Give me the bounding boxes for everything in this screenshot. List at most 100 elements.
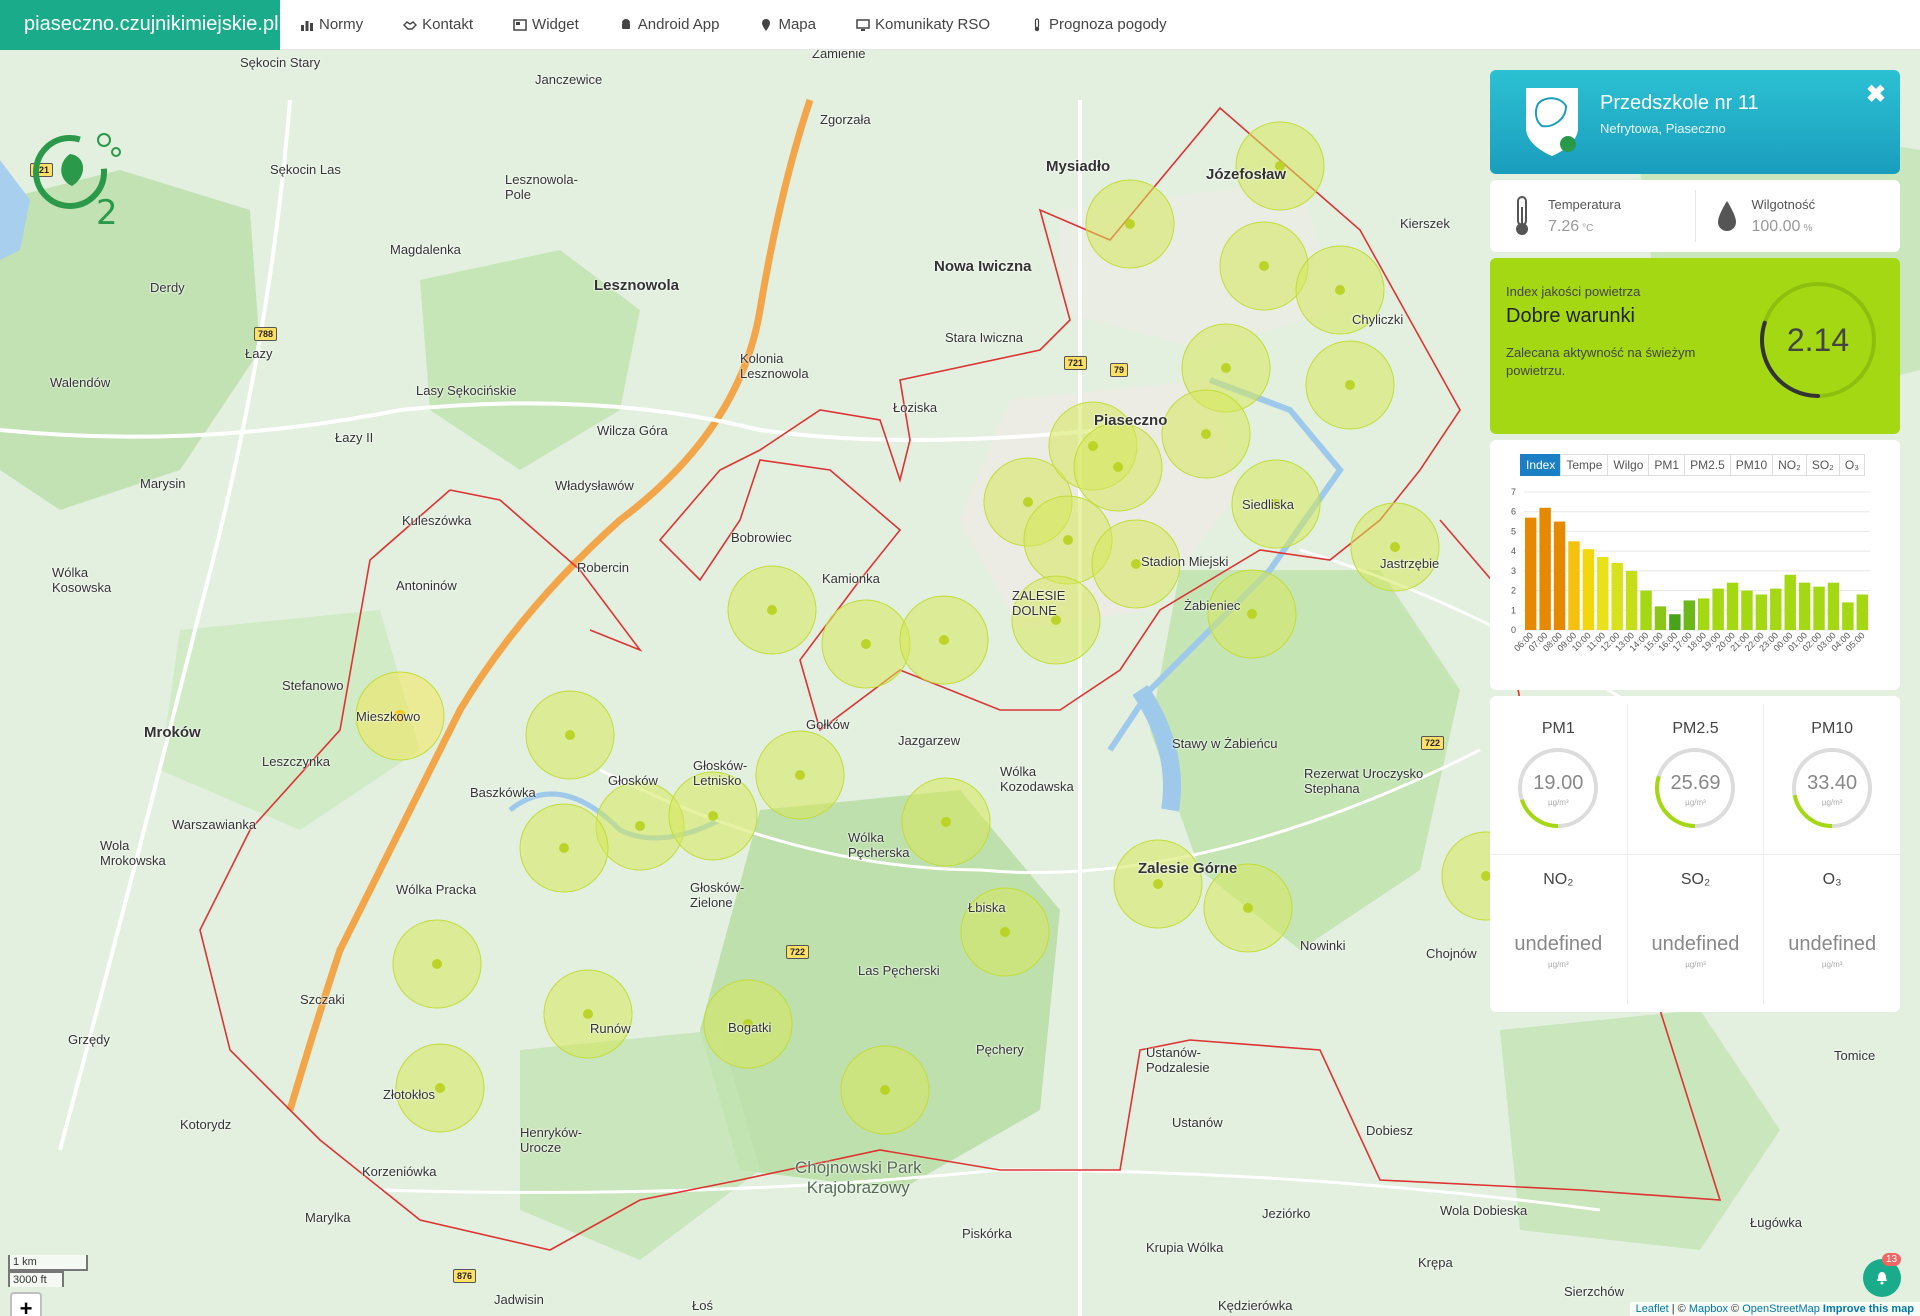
map-place-label: Kierszek <box>1400 216 1450 231</box>
chart-bar[interactable] <box>1726 582 1739 630</box>
chart-bar[interactable] <box>1856 594 1868 630</box>
map-place-label: Nowinki <box>1300 938 1346 953</box>
nav-label: Kontakt <box>422 16 474 33</box>
chart-tab[interactable]: Wilgo <box>1607 454 1650 476</box>
map-place-label: Derdy <box>150 280 185 295</box>
map-place-label: Szczaki <box>300 992 345 1007</box>
map-scale: 1 km 3000 ft <box>8 1255 88 1287</box>
chart-bar[interactable] <box>1784 574 1796 630</box>
attribution-sep: © <box>1727 1303 1743 1315</box>
chart-tab[interactable]: Index <box>1520 454 1562 476</box>
humidity-value: 100.00% <box>1751 217 1813 235</box>
nav-item-android-app[interactable]: Android App <box>599 0 740 50</box>
map-place-label: Wola Dobieska <box>1440 1203 1528 1218</box>
handshake-icon <box>403 20 418 30</box>
improve-map-link[interactable]: Improve this map <box>1823 1303 1914 1315</box>
pollutant-name: NO₂ <box>1543 871 1574 888</box>
chart-tabs: Index Tempe Wilgo PM1 PM2.5 PM10 NO₂ SO₂ O₃ <box>1520 454 1900 476</box>
map-place-label: Jeziórko <box>1262 1206 1311 1221</box>
chart-bar[interactable] <box>1827 582 1840 630</box>
map-place-label: Pęchery <box>976 1042 1024 1057</box>
zoom-in-button[interactable]: + <box>12 1294 40 1316</box>
pollutant-name: O₃ <box>1822 871 1842 888</box>
osm-link[interactable]: OpenStreetMap <box>1742 1303 1820 1315</box>
chart-bar[interactable] <box>1568 541 1580 630</box>
chart-bar[interactable] <box>1539 507 1551 630</box>
pollutant-name: SO₂ <box>1680 871 1711 888</box>
chart-bar[interactable] <box>1597 557 1609 630</box>
road-shield: 721 <box>1064 356 1088 370</box>
chart-tab[interactable]: PM2.5 <box>1684 454 1731 476</box>
chart-bar[interactable] <box>1669 614 1681 630</box>
map-place-label: Wólka Pęcherska <box>848 830 910 860</box>
map-place-label: Złotokłos <box>383 1087 436 1102</box>
nav-item-mapa[interactable]: Mapa <box>739 0 836 50</box>
map-place-label: Kamionka <box>822 571 880 586</box>
map-place-label: Janczewice <box>535 72 603 87</box>
nav-item-kontakt[interactable]: Kontakt <box>383 0 493 50</box>
chart-y-tick-label: 0 <box>1511 625 1516 635</box>
chart-bar[interactable] <box>1611 562 1623 630</box>
chart-tab[interactable]: PM10 <box>1729 454 1774 476</box>
mapbox-link[interactable]: Mapbox <box>1689 1303 1728 1315</box>
map-place-label: ZALESIE DOLNE <box>1012 588 1066 618</box>
chart-tab[interactable]: NO₂ <box>1772 454 1807 476</box>
map-place-label: Mieszkowo <box>356 709 421 724</box>
map-place-label: Łoś <box>692 1298 713 1313</box>
road-shield: 79 <box>1110 363 1129 377</box>
pollutant-value: undefined <box>1651 933 1740 955</box>
humidity-cell: Wilgotność 100.00% <box>1694 190 1901 242</box>
chart-bar[interactable] <box>1770 588 1782 630</box>
map-place-label: Krupia Wólka <box>1146 1240 1224 1255</box>
nav-label: Widget <box>532 16 579 33</box>
map-place-label: Lasy Sękocińskie <box>416 383 517 398</box>
leaflet-link[interactable]: Leaflet <box>1636 1303 1669 1315</box>
chart-tab[interactable]: SO₂ <box>1805 454 1840 476</box>
chart-bar[interactable] <box>1842 602 1854 630</box>
nav-item-widget[interactable]: Widget <box>493 0 599 50</box>
chart-bar[interactable] <box>1640 590 1652 630</box>
map-place-label: Stawy w Żabieńcu <box>1172 736 1278 751</box>
map-place-label: Grzędy <box>68 1032 110 1047</box>
pollutant-name: PM2.5 <box>1672 720 1719 737</box>
chart-bar[interactable] <box>1654 606 1667 630</box>
chart-bar[interactable] <box>1698 598 1710 630</box>
nav-item-normy[interactable]: Normy <box>280 0 383 50</box>
nav-label: Prognoza pogody <box>1049 16 1167 33</box>
map-place-label: Głosków <box>608 773 658 788</box>
brand-link[interactable]: piaseczno.czujnikimiejskie.pl <box>0 0 280 50</box>
nav-item-komunikaty-rso[interactable]: Komunikaty RSO <box>836 0 1010 50</box>
chart-tab[interactable]: Tempe <box>1560 454 1609 476</box>
map-place-label: Piskórka <box>962 1226 1012 1241</box>
chart-y-tick-label: 3 <box>1511 566 1516 576</box>
close-icon[interactable]: ✖ <box>1866 80 1886 109</box>
map-place-label: Mroków <box>144 724 201 741</box>
map-place-label: Piaseczno <box>1094 412 1168 429</box>
weather-box: Temperatura 7.26 °C Wilgotność 100.00% <box>1490 180 1900 252</box>
chart-bar[interactable] <box>1525 517 1537 630</box>
map-place-label: Wólka Kosowska <box>52 565 112 595</box>
temperature-cell: Temperatura 7.26 °C <box>1490 190 1695 242</box>
chart-bar[interactable] <box>1683 600 1695 630</box>
chart-bar[interactable] <box>1755 594 1768 630</box>
chart-tab[interactable]: O₃ <box>1838 454 1866 476</box>
map-place-label: Łbiska <box>968 900 1006 915</box>
nav-item-prognoza-pogody[interactable]: Prognoza pogody <box>1010 0 1187 50</box>
temperature-label: Temperatura <box>1548 196 1621 212</box>
map-place-label: Dobiesz <box>1366 1123 1413 1138</box>
road-shield: 876 <box>453 1269 477 1283</box>
aqi-advice: Zalecana aktywność na świeżym powietrzu. <box>1506 345 1696 378</box>
chart-bar[interactable] <box>1553 521 1566 630</box>
chart-bar[interactable] <box>1712 588 1724 630</box>
map-place-label: Lesznowola <box>594 277 680 294</box>
map-place-label: Bobrowiec <box>731 530 792 545</box>
water-drop-icon <box>1717 201 1736 231</box>
chart-bar[interactable] <box>1582 549 1595 630</box>
chart-bar[interactable] <box>1798 582 1811 630</box>
pollutant-value: undefined <box>1788 933 1877 955</box>
chart-bar[interactable] <box>1813 586 1825 630</box>
chart-bar[interactable] <box>1741 590 1753 630</box>
chart-bar[interactable] <box>1625 570 1638 630</box>
android-icon <box>621 18 630 29</box>
chart-tab[interactable]: PM1 <box>1648 454 1686 476</box>
